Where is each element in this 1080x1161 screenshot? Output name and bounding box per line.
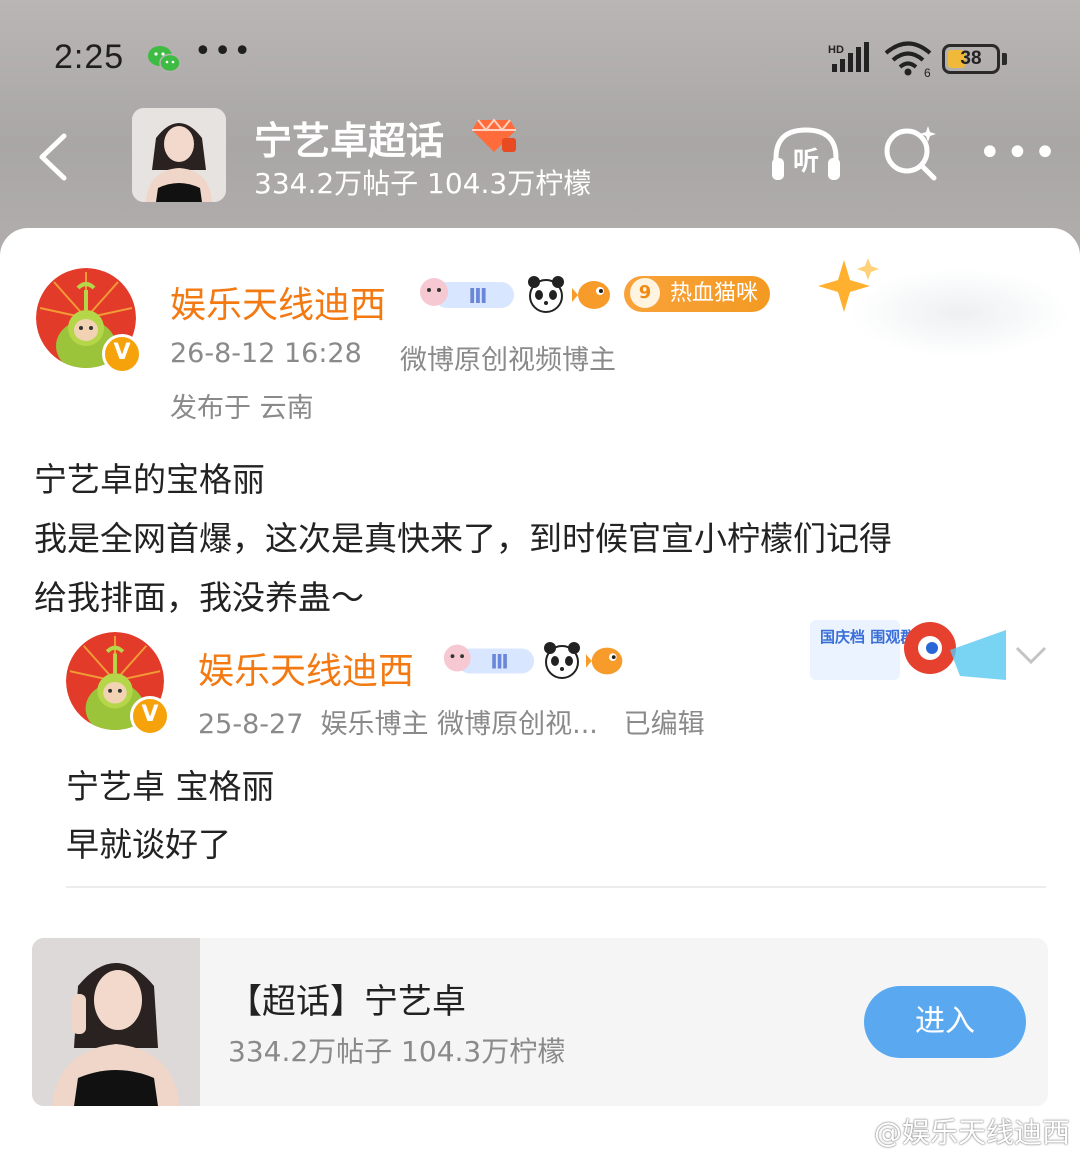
battery-level: 38	[960, 48, 982, 69]
back-icon[interactable]	[34, 132, 74, 182]
promo-banner-icon[interactable]: 国庆档 围观群众	[810, 620, 1010, 690]
search-icon[interactable]	[880, 122, 942, 184]
pufferfish-icon	[586, 647, 623, 675]
svg-text:Ⅲ: Ⅲ	[490, 651, 508, 674]
repost-line: 宁艺卓 宝格丽	[66, 767, 275, 806]
status-bar: 2:25 ••• HD 6 38	[0, 30, 1080, 90]
level-badge-label: 热血猫咪	[670, 281, 759, 306]
wifi-icon: 6	[884, 41, 932, 78]
panda-icon	[544, 642, 580, 679]
post-line: 我是全网首爆，这次是真快来了，到时候官宣小柠檬们记得	[34, 519, 892, 558]
signal-icon: HD	[828, 42, 869, 72]
battery-cap	[1002, 53, 1007, 65]
blurred-follow-area	[850, 268, 1070, 358]
svg-text:6: 6	[924, 66, 931, 78]
fan-level-badge-icon: Ⅲ	[443, 644, 535, 674]
gem-icon	[472, 118, 516, 152]
fan-level-badge-icon: Ⅲ	[420, 278, 514, 308]
post-line: 给我排面，我没养蛊～	[34, 578, 364, 617]
verified-badge-icon: V	[130, 696, 170, 736]
post-time: 26-8-12 16:28	[170, 338, 362, 369]
post-source: 微博原创视频博主	[400, 345, 616, 376]
supertopic-thumbnail	[32, 938, 200, 1106]
topic-avatar[interactable]	[132, 108, 226, 202]
repost-author-name[interactable]: 娱乐天线迪西	[198, 642, 414, 694]
svg-text:Ⅲ: Ⅲ	[469, 284, 488, 308]
status-time: 2:25	[54, 38, 125, 76]
enter-button[interactable]: 进入	[864, 986, 1026, 1058]
repost-line: 早就谈好了	[66, 825, 231, 864]
notification-dots: •••	[194, 34, 254, 69]
more-options-icon[interactable]: •••	[978, 130, 1061, 176]
post-body: 宁艺卓的宝格丽 我是全网首爆，这次是真快来了，到时候官宣小柠檬们记得 给我排面，…	[34, 450, 892, 627]
repost-body: 宁艺卓 宝格丽 早就谈好了	[66, 758, 275, 874]
wechat-icon	[148, 46, 181, 73]
panda-icon	[528, 276, 564, 313]
listen-headphones-icon[interactable]: 听	[770, 124, 842, 186]
svg-text:听: 听	[793, 147, 819, 177]
battery-indicator: 38	[942, 44, 1000, 74]
topic-stats: 334.2万帖子 104.3万柠檬	[254, 167, 592, 200]
topic-title: 宁艺卓超话	[254, 119, 445, 163]
watermark-text: @娱乐天线迪西	[873, 1116, 1070, 1149]
watermark: @娱乐天线迪西	[836, 1111, 1070, 1151]
portrait-image	[132, 108, 226, 202]
post-location: 发布于 云南	[170, 393, 314, 424]
supertopic-stats: 334.2万帖子 104.3万柠檬	[228, 1035, 566, 1068]
supertopic-title: 【超话】宁艺卓	[228, 982, 466, 1022]
weibo-icon	[836, 1122, 871, 1147]
repost-meta: 25-8-27 娱乐博主 微博原创视... 已编辑	[198, 709, 705, 740]
topic-nav-bar: 宁艺卓超话 334.2万帖子 104.3万柠檬 听 •••	[0, 100, 1080, 210]
author-name[interactable]: 娱乐天线迪西	[170, 276, 386, 328]
chevron-down-icon[interactable]	[1014, 644, 1048, 666]
post-card: V 娱乐天线迪西 Ⅲ 9 热血猫咪 26-8-12 16:28 微博原创视频博主…	[0, 228, 1080, 1161]
pufferfish-icon	[572, 281, 610, 309]
verified-badge-icon: V	[102, 334, 142, 374]
supertopic-link-card[interactable]: 【超话】宁艺卓 334.2万帖子 104.3万柠檬 进入	[32, 938, 1048, 1106]
level-badge: 9 热血猫咪	[624, 276, 771, 312]
divider	[66, 886, 1046, 888]
svg-text:HD: HD	[828, 44, 844, 56]
post-line: 宁艺卓的宝格丽	[34, 460, 265, 499]
level-badge-number: 9	[630, 278, 660, 308]
portrait-image	[32, 938, 200, 1106]
